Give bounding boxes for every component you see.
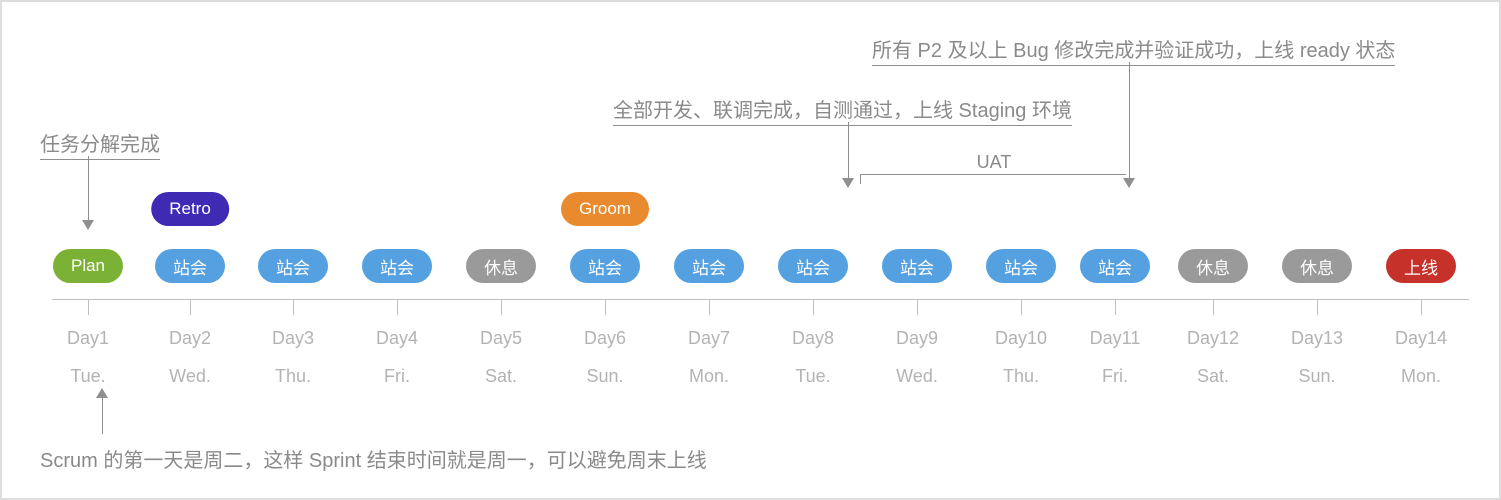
tick-day4 [397, 299, 398, 315]
uat-bracket-left [860, 174, 861, 184]
label-day5: Day5 [480, 328, 522, 349]
tick-day8 [813, 299, 814, 315]
label-dow13: Sun. [1298, 366, 1335, 387]
tick-day12 [1213, 299, 1214, 315]
note-bottom-arrow [96, 388, 108, 398]
tick-day2 [190, 299, 191, 315]
label-dow4: Fri. [384, 366, 410, 387]
tick-day5 [501, 299, 502, 315]
label-day10: Day10 [995, 328, 1047, 349]
label-dow1: Tue. [70, 366, 105, 387]
label-day8: Day8 [792, 328, 834, 349]
tick-day14 [1421, 299, 1422, 315]
label-dow2: Wed. [169, 366, 211, 387]
note-staging: 全部开发、联调完成，自测通过，上线 Staging 环境 [613, 94, 1072, 126]
label-day6: Day6 [584, 328, 626, 349]
tick-day3 [293, 299, 294, 315]
label-dow11: Fri. [1102, 366, 1128, 387]
pill-day4: 站会 [362, 249, 432, 283]
pill-groom: Groom [561, 192, 649, 226]
label-dow3: Thu. [275, 366, 311, 387]
note-ready-connector [1129, 62, 1130, 178]
sprint-timeline: 所有 P2 及以上 Bug 修改完成并验证成功，上线 ready 状态 全部开发… [0, 0, 1501, 500]
label-dow7: Mon. [689, 366, 729, 387]
uat-label: UAT [977, 152, 1012, 173]
note-staging-connector [848, 122, 849, 178]
pill-day11: 站会 [1080, 249, 1150, 283]
pill-day6: 站会 [570, 249, 640, 283]
label-dow10: Thu. [1003, 366, 1039, 387]
uat-bracket-right [1129, 174, 1130, 184]
label-dow5: Sat. [485, 366, 517, 387]
pill-day14: 上线 [1386, 249, 1456, 283]
note-plan: 任务分解完成 [40, 128, 160, 160]
note-bottom-connector [102, 396, 103, 434]
label-day9: Day9 [896, 328, 938, 349]
label-dow12: Sat. [1197, 366, 1229, 387]
label-day14: Day14 [1395, 328, 1447, 349]
pill-day13: 休息 [1282, 249, 1352, 283]
tick-day11 [1115, 299, 1116, 315]
label-day12: Day12 [1187, 328, 1239, 349]
tick-day10 [1021, 299, 1022, 315]
label-day11: Day11 [1090, 328, 1141, 349]
note-staging-text: 全部开发、联调完成，自测通过，上线 Staging 环境 [613, 100, 1072, 126]
tick-day7 [709, 299, 710, 315]
label-day4: Day4 [376, 328, 418, 349]
tick-day13 [1317, 299, 1318, 315]
label-day13: Day13 [1291, 328, 1343, 349]
timeline-axis [52, 299, 1469, 300]
note-plan-arrow [82, 220, 94, 230]
pill-plan: Plan [53, 249, 123, 283]
note-bottom: Scrum 的第一天是周二，这样 Sprint 结束时间就是周一，可以避免周末上… [40, 444, 707, 473]
note-staging-arrow [842, 178, 854, 188]
label-day1: Day1 [67, 328, 109, 349]
pill-day12: 休息 [1178, 249, 1248, 283]
label-day2: Day2 [169, 328, 211, 349]
pill-day8: 站会 [778, 249, 848, 283]
label-dow14: Mon. [1401, 366, 1441, 387]
tick-day6 [605, 299, 606, 315]
note-ready-text: 所有 P2 及以上 Bug 修改完成并验证成功，上线 ready 状态 [872, 40, 1395, 66]
label-day7: Day7 [688, 328, 730, 349]
note-plan-text: 任务分解完成 [40, 134, 160, 160]
pill-day7: 站会 [674, 249, 744, 283]
tick-day9 [917, 299, 918, 315]
label-dow8: Tue. [795, 366, 830, 387]
label-dow9: Wed. [896, 366, 938, 387]
label-day3: Day3 [272, 328, 314, 349]
note-ready: 所有 P2 及以上 Bug 修改完成并验证成功，上线 ready 状态 [872, 34, 1395, 66]
tick-day1 [88, 299, 89, 315]
uat-bracket-top [860, 174, 1126, 175]
label-dow6: Sun. [586, 366, 623, 387]
pill-retro: Retro [151, 192, 229, 226]
pill-day2: 站会 [155, 249, 225, 283]
pill-day9: 站会 [882, 249, 952, 283]
pill-day5: 休息 [466, 249, 536, 283]
pill-day10: 站会 [986, 249, 1056, 283]
note-plan-connector [88, 156, 89, 220]
pill-day3: 站会 [258, 249, 328, 283]
